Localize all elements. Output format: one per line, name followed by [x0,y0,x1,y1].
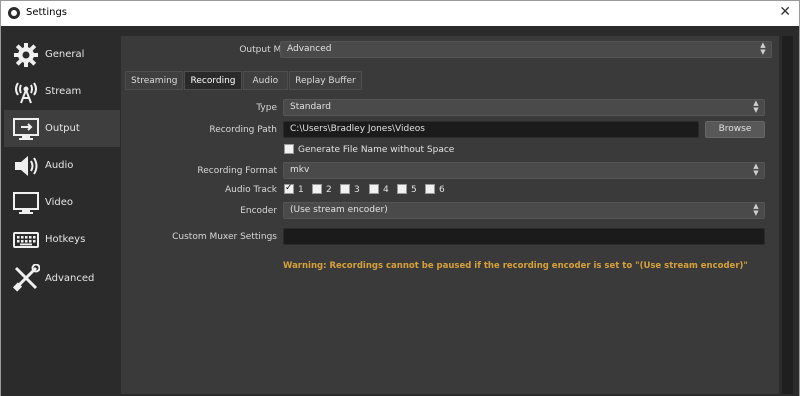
tab-recording[interactable]: Recording [184,71,242,90]
audio-track-2-label: 2 [326,185,332,195]
recording-type-value: Standard [290,102,331,112]
monitor-output-icon [11,114,41,144]
encoder-value: (Use stream encoder) [290,205,388,215]
settings-window: Settings ✕ General Stream Output Audio V… [0,0,800,396]
sidebar-item-label: Video [45,197,74,208]
updown-arrows-icon: ▲ ▼ [753,202,759,217]
encoder-warning-text: Warning: Recordings cannot be paused if … [283,261,748,271]
type-label: Type [256,103,277,113]
recording-format-value: mkv [290,165,310,175]
settings-body: General Stream Output Audio Video Hotkey… [1,26,799,396]
output-tabs: Streaming Recording Audio Replay Buffer [125,71,363,90]
audio-track-2-checkbox[interactable] [312,184,322,194]
antenna-icon [11,77,41,107]
custom-muxer-input[interactable] [283,228,765,245]
output-mode-label: Output Mode [239,45,298,55]
sidebar-item-audio[interactable]: Audio [4,147,120,184]
audio-track-label: Audio Track [225,185,277,195]
sidebar-item-label: Audio [45,160,74,171]
sidebar-item-label: General [45,49,85,60]
vertical-scrollbar[interactable] [781,36,793,394]
keyboard-icon [11,225,41,255]
sidebar-item-label: Hotkeys [45,234,86,245]
output-mode-value: Advanced [287,44,332,54]
encoder-select[interactable]: (Use stream encoder) ▲ ▼ [283,202,765,219]
updown-arrows-icon: ▲ ▼ [760,41,766,56]
audio-track-6-checkbox[interactable] [425,184,435,194]
tab-streaming[interactable]: Streaming [125,71,184,90]
recording-type-select[interactable]: Standard ▲ ▼ [283,99,765,116]
no-space-checkbox[interactable] [284,144,294,154]
audio-track-5-checkbox[interactable] [397,184,407,194]
audio-track-3-checkbox[interactable] [340,184,350,194]
audio-track-1-label: 1 [298,185,304,195]
no-space-label: Generate File Name without Space [298,145,455,155]
title-bar: Settings ✕ [1,1,799,26]
custom-muxer-label: Custom Muxer Settings [172,232,277,242]
sidebar-item-label: Output [45,123,80,134]
audio-track-4-checkbox[interactable] [369,184,379,194]
output-mode-select[interactable]: Advanced ▲ ▼ [280,41,772,58]
sidebar-item-label: Stream [45,86,82,97]
audio-track-5-label: 5 [411,185,417,195]
audio-track-1-checkbox[interactable] [284,183,294,194]
updown-arrows-icon: ▲ ▼ [753,162,759,177]
window-title: Settings [26,7,68,18]
sidebar-item-hotkeys[interactable]: Hotkeys [4,221,120,258]
encoder-label: Encoder [240,206,277,216]
updown-arrows-icon: ▲ ▼ [753,99,759,114]
sidebar-item-general[interactable]: General [4,36,120,73]
audio-track-4-label: 4 [383,185,389,195]
browse-button[interactable]: Browse [705,121,765,138]
output-settings-panel: Output Mode Advanced ▲ ▼ Streaming Record… [121,36,779,394]
sidebar-item-label: Advanced [45,272,95,284]
recording-format-label: Recording Format [197,166,277,176]
recording-format-select[interactable]: mkv ▲ ▼ [283,162,765,179]
obs-app-icon [8,7,20,19]
tab-replay-buffer[interactable]: Replay Buffer [289,71,362,90]
audio-track-3-label: 3 [354,185,360,195]
audio-track-6-label: 6 [439,185,445,195]
tab-audio[interactable]: Audio [242,71,289,90]
sidebar-item-stream[interactable]: Stream [4,73,120,110]
sidebar-item-output[interactable]: Output [4,110,120,147]
close-icon[interactable]: ✕ [779,4,791,20]
recording-path-input[interactable]: C:\Users\Bradley Jones\Videos [283,121,699,138]
settings-sidebar: General Stream Output Audio Video Hotkey… [4,36,120,392]
monitor-icon [11,188,41,218]
sidebar-item-video[interactable]: Video [4,184,120,221]
tools-icon [11,263,41,293]
sidebar-item-advanced[interactable]: Advanced [4,258,120,298]
recording-path-label: Recording Path [209,125,277,135]
speaker-icon [11,151,41,181]
gear-icon [11,40,41,70]
